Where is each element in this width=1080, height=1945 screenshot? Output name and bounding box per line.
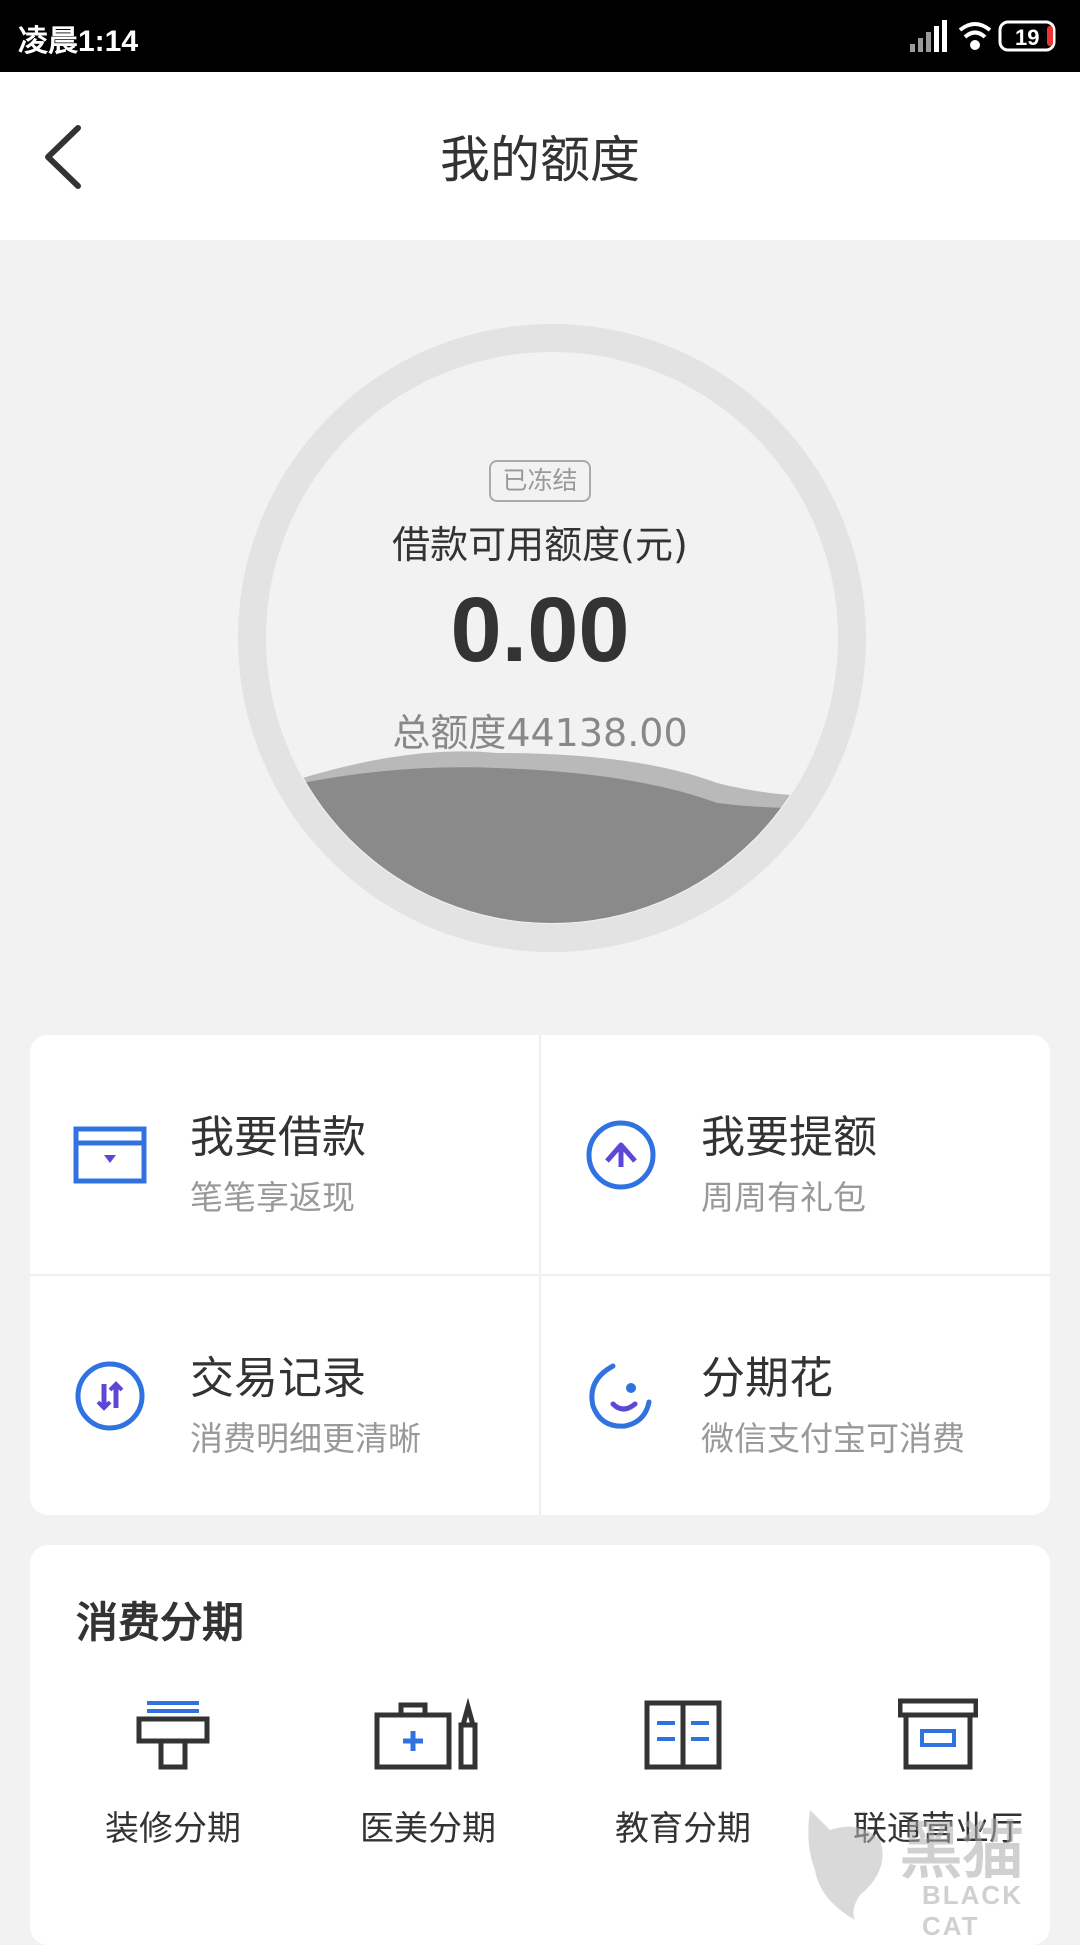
page-title: 我的额度: [440, 131, 640, 189]
installment-item-medical-beauty[interactable]: 医美分期: [313, 1695, 543, 1875]
action-grid: 我要借款 笔笔享返现 我要提额 周周有礼包 交易记录 消费明细更清晰 分期花 微…: [30, 1035, 1050, 1515]
installment-label: 装修分期: [105, 1809, 241, 1849]
battery-icon: 19: [998, 20, 1056, 52]
store-box-icon: [898, 1698, 978, 1770]
action-subtitle: 微信支付宝可消费: [701, 1419, 965, 1458]
installment-label: 医美分期: [360, 1809, 496, 1849]
transfer-arrows-icon: [75, 1361, 145, 1431]
status-time: 凌晨1:14: [18, 25, 139, 58]
borrow-button[interactable]: 我要借款 笔笔享返现: [30, 1035, 538, 1273]
total-limit: 总额度44138.00: [392, 711, 688, 755]
book-icon: [644, 1700, 722, 1770]
installment-spend-button[interactable]: 分期花 微信支付宝可消费: [541, 1276, 1049, 1514]
action-subtitle: 周周有礼包: [701, 1178, 866, 1217]
paint-roller-icon: [136, 1701, 210, 1770]
wifi-icon: [958, 22, 992, 50]
smile-moon-icon: [589, 1363, 652, 1429]
action-subtitle: 消费明细更清晰: [190, 1419, 421, 1458]
watermark: 黑猫 BLACK CAT: [800, 1800, 1080, 1941]
wallet-card-icon: [73, 1126, 147, 1184]
raise-limit-button[interactable]: 我要提额 周周有礼包: [541, 1035, 1049, 1273]
status-bar: 凌晨1:14 19: [0, 0, 1080, 72]
status-badge: 已冻结: [489, 460, 591, 502]
header: 我的额度: [0, 72, 1080, 240]
medical-kit-icon: [374, 1697, 478, 1770]
action-subtitle: 笔笔享返现: [190, 1178, 355, 1217]
action-title: 我要提额: [701, 1112, 877, 1163]
action-title: 分期花: [701, 1353, 833, 1404]
available-limit-label: 借款可用额度(元): [392, 523, 688, 567]
signal-icon: [910, 20, 947, 52]
section-title: 消费分期: [76, 1598, 245, 1647]
raise-limit-icon: [586, 1120, 656, 1190]
watermark-text: 黑猫: [900, 1814, 1025, 1887]
transaction-records-button[interactable]: 交易记录 消费明细更清晰: [30, 1276, 538, 1514]
action-title: 我要借款: [190, 1112, 366, 1163]
installment-label: 教育分期: [615, 1809, 751, 1849]
status-icons: 19: [910, 20, 1056, 52]
available-limit-value: 0.00: [450, 579, 630, 681]
cat-logo-icon: [808, 1810, 883, 1920]
battery-level: 19: [1015, 25, 1039, 50]
installment-item-education[interactable]: 教育分期: [568, 1695, 798, 1875]
watermark-subtext: BLACK CAT: [922, 1880, 1023, 1941]
installment-item-renovation[interactable]: 装修分期: [58, 1695, 288, 1875]
action-title: 交易记录: [190, 1353, 366, 1404]
